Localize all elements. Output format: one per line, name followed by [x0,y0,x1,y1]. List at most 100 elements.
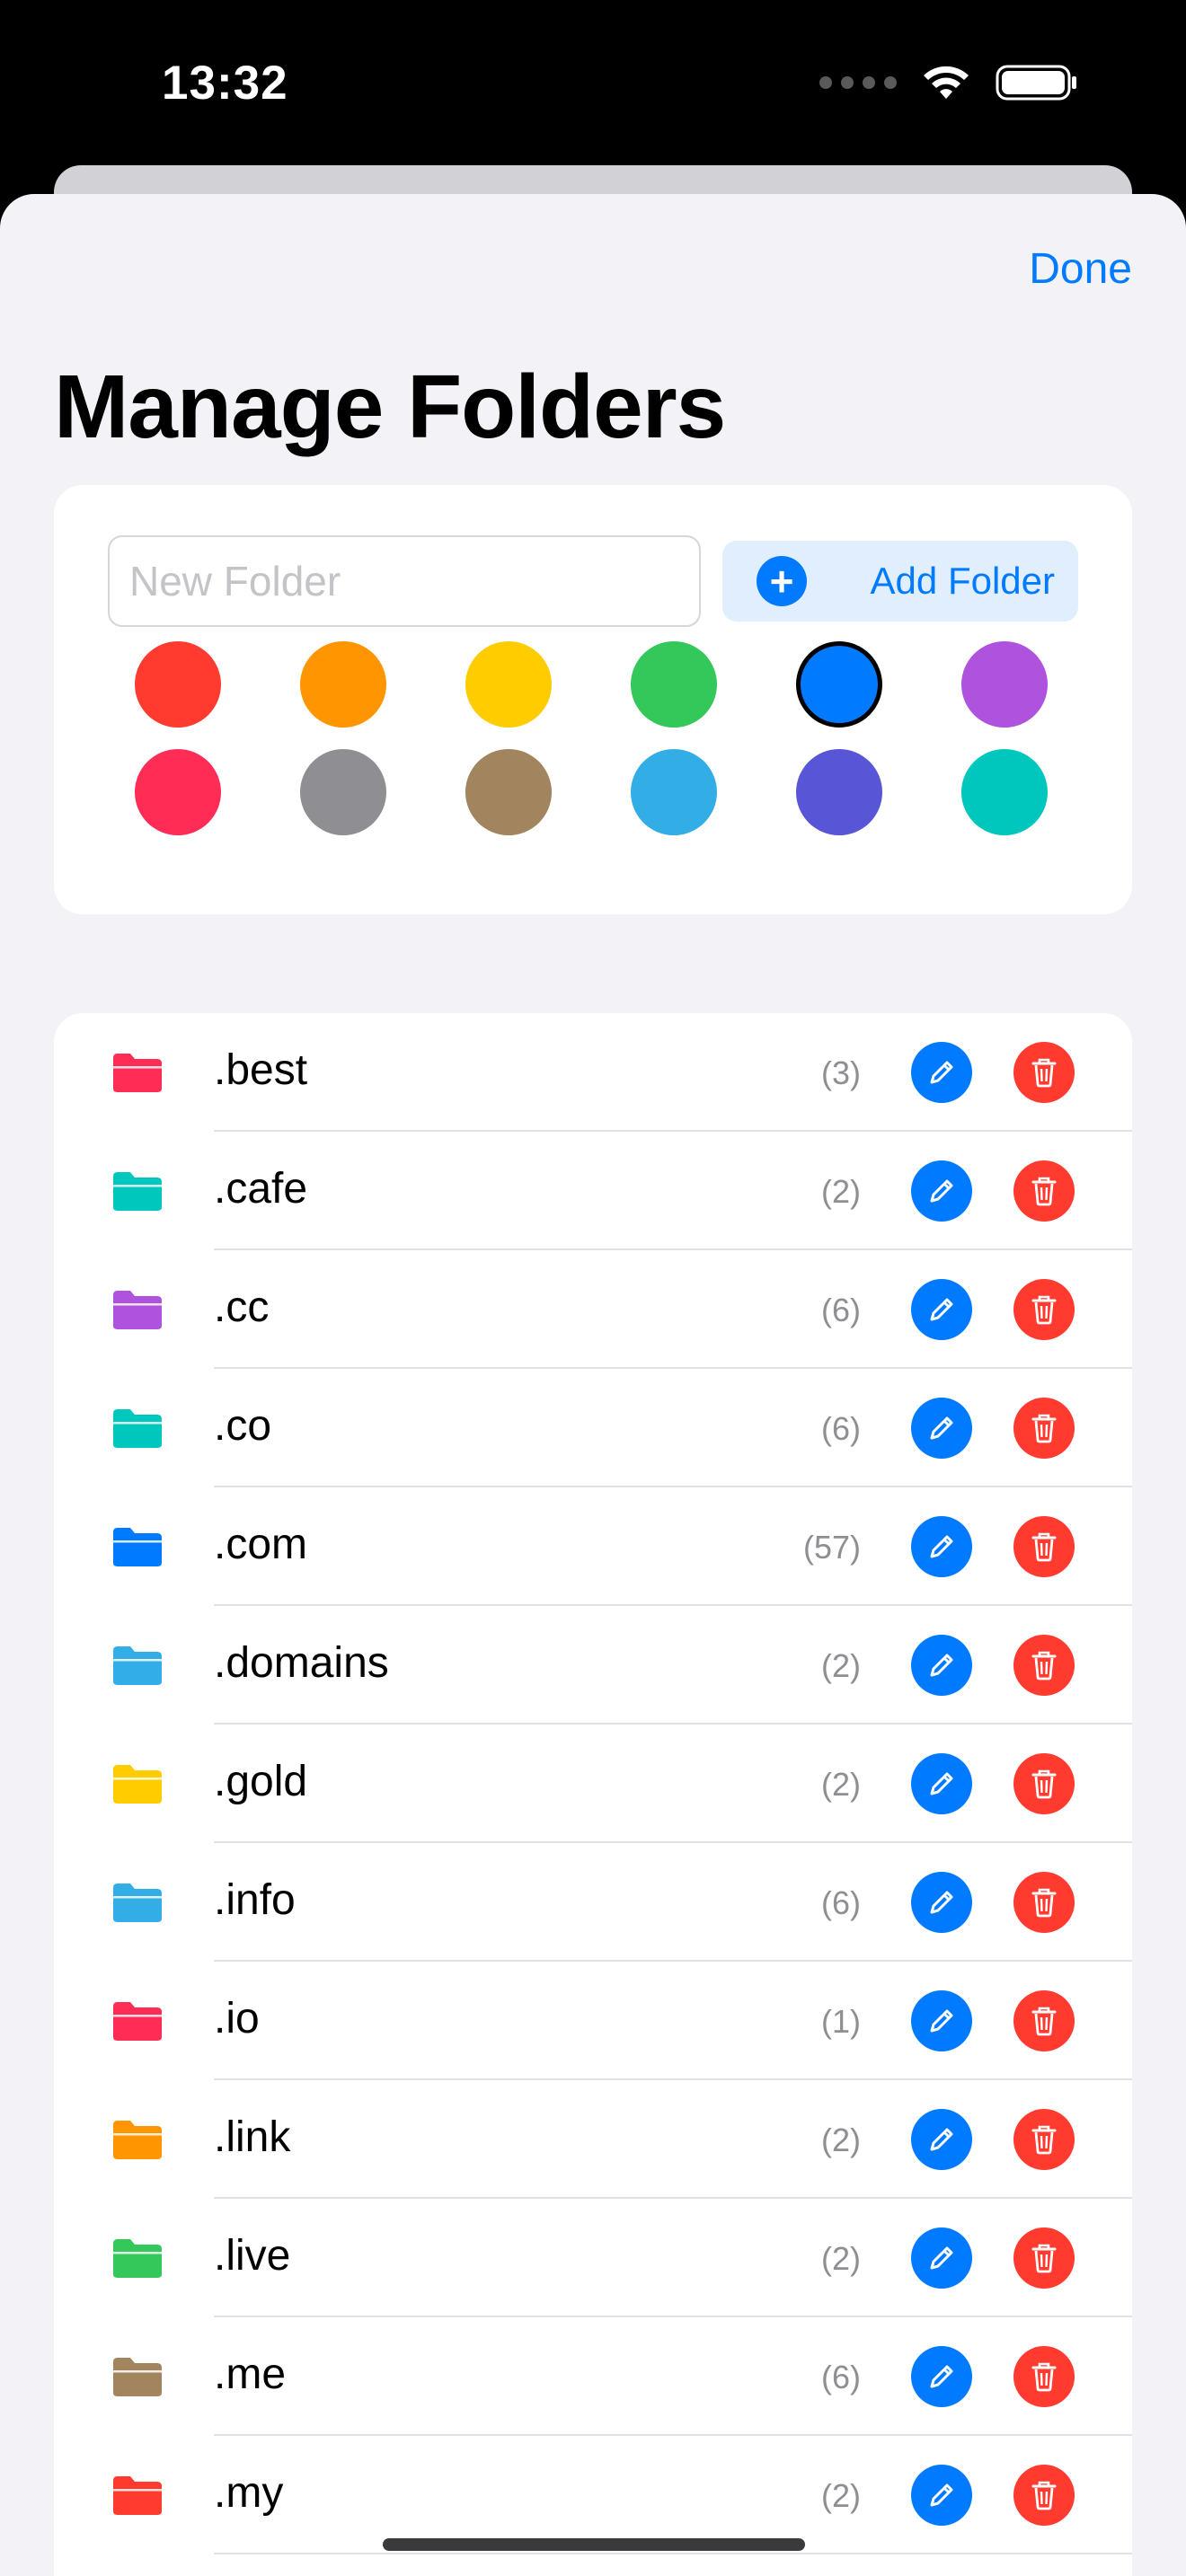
battery-icon [996,65,1076,101]
folder-icon [113,2002,162,2041]
color-swatch-brown[interactable] [465,749,552,835]
color-swatch-pink[interactable] [135,749,221,835]
pencil-icon [930,2246,953,2270]
manage-folders-sheet: Done Manage Folders + Add Folder .best (3… [0,194,1186,2576]
folder-icon [113,1883,162,1922]
delete-folder-button[interactable] [1013,1635,1075,1696]
folder-name: .io [214,1995,260,2042]
folder-row[interactable]: .me (6) [54,2317,1132,2436]
edit-folder-button[interactable] [911,1635,972,1696]
delete-folder-button[interactable] [1013,2109,1075,2170]
pencil-icon [930,2483,953,2507]
new-folder-card: + Add Folder [54,485,1132,914]
edit-folder-button[interactable] [911,2109,972,2170]
folder-row[interactable]: .cc (6) [54,1250,1132,1369]
folder-row[interactable]: .com (57) [54,1487,1132,1606]
add-folder-button[interactable]: + Add Folder [722,541,1078,622]
folder-icon [113,1054,162,1092]
pencil-icon [930,2365,953,2388]
color-swatch-orange[interactable] [300,641,386,728]
folder-icon [113,1528,162,1566]
wifi-icon [924,66,969,99]
delete-folder-button[interactable] [1013,1279,1075,1340]
folder-icon [113,1646,162,1685]
folder-name: .domains [214,1639,389,1687]
done-button[interactable]: Done [1029,244,1132,294]
folder-name: .co [214,1402,272,1450]
folder-count: (6) [821,1884,861,1921]
color-swatch-yellow[interactable] [465,641,552,728]
trash-icon [1031,2362,1057,2392]
folder-row[interactable]: .co (6) [54,1369,1132,1487]
trash-icon [1031,2481,1057,2510]
color-swatch-cyan[interactable] [631,749,717,835]
folder-count: (2) [821,2477,861,2514]
folder-count: (57) [802,1529,861,1566]
color-swatch-red[interactable] [135,641,221,728]
folder-name: .cc [214,1284,270,1331]
delete-folder-button[interactable] [1013,2465,1075,2526]
folder-name: .info [214,1876,296,1924]
pencil-icon [930,1654,953,1677]
pencil-icon [930,1298,953,1321]
folder-row[interactable]: .best (3) [54,1013,1132,1132]
edit-folder-button[interactable] [911,1872,972,1933]
folder-name: .cafe [214,1165,308,1213]
cellular-signal-icon [819,76,897,89]
color-swatch-indigo[interactable] [796,749,882,835]
folder-name: .gold [214,1758,308,1805]
edit-folder-button[interactable] [911,1042,972,1103]
folder-row[interactable]: .my (2) [54,2436,1132,2554]
new-folder-input[interactable] [108,535,701,627]
edit-folder-button[interactable] [911,2346,972,2407]
folder-row[interactable]: .domains (2) [54,1606,1132,1725]
folder-count: (6) [821,1292,861,1328]
folder-count: (6) [821,2359,861,2395]
folder-row[interactable]: .link (2) [54,2080,1132,2199]
trash-icon [1031,1651,1057,1681]
delete-folder-button[interactable] [1013,2346,1075,2407]
folder-row[interactable]: .io (1) [54,1962,1132,2080]
folder-row[interactable]: .live (2) [54,2199,1132,2317]
edit-folder-button[interactable] [911,1990,972,2051]
pencil-icon [930,1772,953,1795]
delete-folder-button[interactable] [1013,1516,1075,1577]
delete-folder-button[interactable] [1013,1990,1075,2051]
edit-folder-button[interactable] [911,1160,972,1222]
add-folder-label: Add Folder [870,560,1055,602]
delete-folder-button[interactable] [1013,1160,1075,1222]
color-swatch-purple[interactable] [961,641,1048,728]
status-time: 13:32 [162,57,288,110]
folder-row[interactable]: .info (6) [54,1843,1132,1962]
color-swatch-mint[interactable] [961,749,1048,835]
folder-count: (2) [821,1766,861,1803]
delete-folder-button[interactable] [1013,1753,1075,1814]
folder-count: (2) [821,2240,861,2277]
row-divider [214,2553,1132,2554]
trash-icon [1031,2125,1057,2155]
edit-folder-button[interactable] [911,2228,972,2289]
edit-folder-button[interactable] [911,1279,972,1340]
pencil-icon [930,1061,953,1084]
folder-row[interactable]: .gold (2) [54,1725,1132,1843]
color-swatch-blue[interactable] [796,641,882,728]
folder-count: (1) [821,2003,861,2040]
color-swatch-gray[interactable] [300,749,386,835]
delete-folder-button[interactable] [1013,2228,1075,2289]
delete-folder-button[interactable] [1013,1872,1075,1933]
folder-name: .live [214,2232,291,2280]
home-indicator[interactable] [383,2538,805,2551]
edit-folder-button[interactable] [911,1398,972,1459]
color-swatch-green[interactable] [631,641,717,728]
delete-folder-button[interactable] [1013,1398,1075,1459]
edit-folder-button[interactable] [911,2465,972,2526]
folder-name: .my [214,2469,284,2517]
folder-icon [113,2239,162,2278]
pencil-icon [930,1535,953,1558]
delete-folder-button[interactable] [1013,1042,1075,1103]
trash-icon [1031,1058,1057,1088]
edit-folder-button[interactable] [911,1516,972,1577]
trash-icon [1031,1888,1057,1918]
folder-row[interactable]: .cafe (2) [54,1132,1132,1250]
edit-folder-button[interactable] [911,1753,972,1814]
